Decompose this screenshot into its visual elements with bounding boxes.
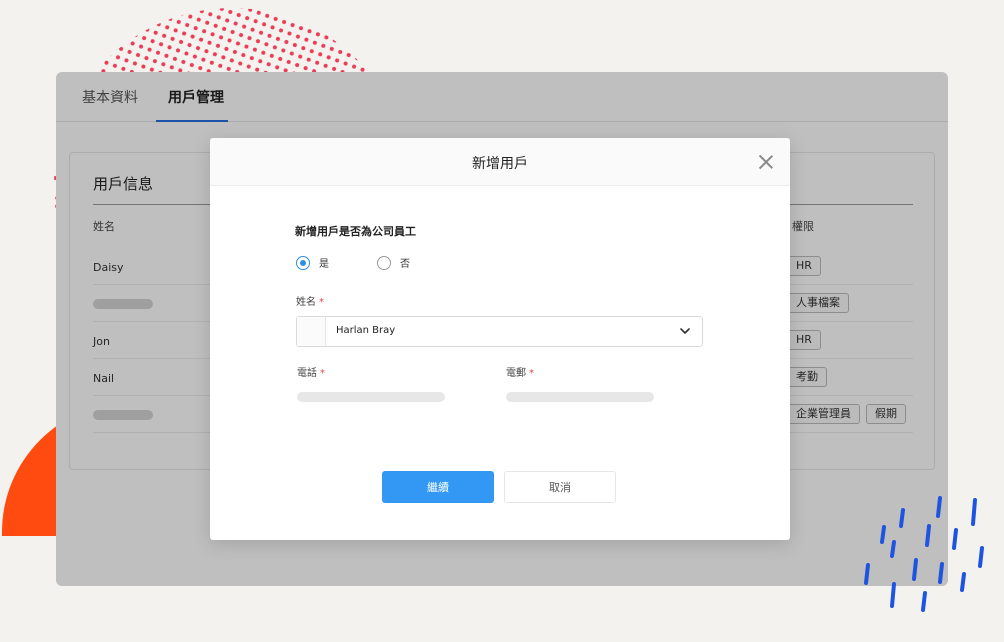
name-label-text: 姓名: [296, 297, 316, 308]
radio-checked-icon[interactable]: [296, 255, 310, 270]
close-icon[interactable]: [758, 154, 774, 170]
name-select[interactable]: Harlan Bray: [296, 316, 703, 347]
required-mark: *: [319, 297, 324, 308]
name-prefix-box: [297, 317, 326, 346]
name-select-value: Harlan Bray: [336, 325, 396, 336]
email-field-label: 電郵 *: [506, 364, 534, 379]
email-label-text: 電郵: [506, 368, 526, 379]
modal-header: 新增用戶: [210, 138, 790, 186]
add-user-modal: 新增用戶 新增用戶是否為公司員工 是 否 姓名 * Harlan Bray 電話 *…: [210, 138, 790, 540]
cancel-button[interactable]: 取消: [504, 471, 616, 503]
required-mark: *: [529, 368, 534, 379]
radio-label-yes: 是: [319, 259, 329, 270]
radio-option-no[interactable]: 否: [377, 255, 410, 270]
chevron-down-icon[interactable]: [679, 325, 691, 337]
employee-question: 新增用戶是否為公司員工: [295, 225, 416, 238]
required-mark: *: [320, 368, 325, 379]
radio-label-no: 否: [400, 259, 410, 270]
name-field-label: 姓名 *: [296, 293, 324, 308]
radio-option-yes[interactable]: 是: [296, 255, 329, 270]
phone-field-label: 電話 *: [297, 364, 325, 379]
phone-label-text: 電話: [297, 368, 317, 379]
radio-unchecked-icon[interactable]: [377, 255, 391, 270]
continue-button[interactable]: 繼續: [382, 471, 494, 503]
modal-title: 新增用戶: [472, 156, 528, 172]
phone-input-placeholder[interactable]: [297, 392, 445, 402]
email-input-placeholder[interactable]: [506, 392, 654, 402]
